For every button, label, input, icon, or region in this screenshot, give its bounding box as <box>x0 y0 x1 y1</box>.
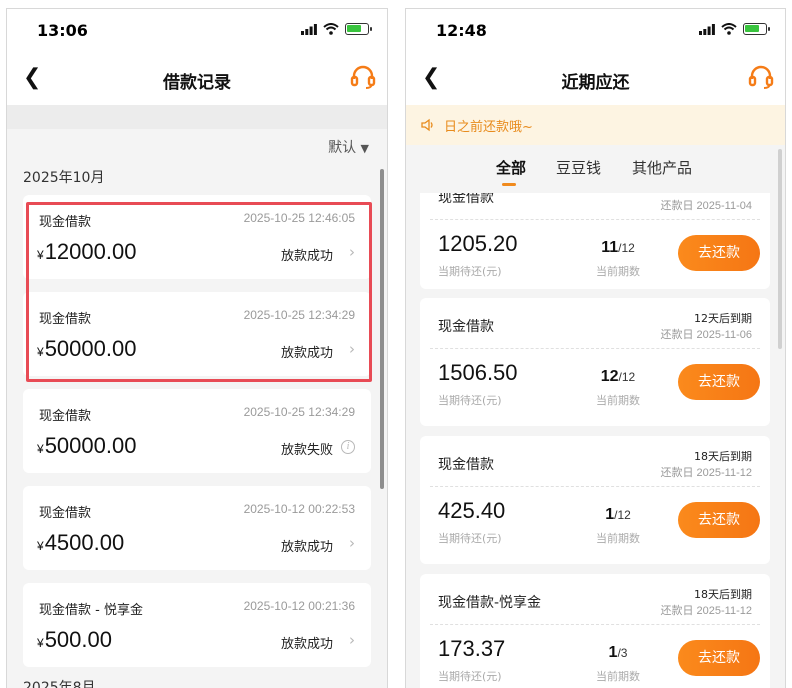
repay-button[interactable]: 去还款 <box>678 235 760 271</box>
status-time: 12:48 <box>436 21 487 40</box>
period-count: 1/3 <box>608 644 628 661</box>
due-date: 还款日 2025-11-06 <box>660 329 752 341</box>
loan-name: 现金借款 - 悦享金 <box>39 603 143 618</box>
loan-amount: ¥500.00 <box>37 627 112 652</box>
due-date: 还款日 2025-11-04 <box>660 200 752 212</box>
loan-date: 2025-10-12 00:22:53 <box>243 502 355 516</box>
notice-bar: 日之前还款哦~ <box>406 105 785 145</box>
tab-bar-overlay: 全部 豆豆钱 其他产品 <box>406 145 785 193</box>
status-time: 13:06 <box>37 21 88 40</box>
repay-button[interactable]: 去还款 <box>678 502 760 538</box>
loan-status: 放款成功 <box>280 540 333 555</box>
loan-amount: ¥4500.00 <box>37 530 125 555</box>
due-in: 12天后到期 <box>694 312 752 325</box>
due-in: 18天后到期 <box>694 588 752 601</box>
loan-name: 现金借款 <box>438 457 494 473</box>
header-gap <box>7 105 387 129</box>
loan-name: 现金借款-悦享金 <box>438 595 542 611</box>
period-count: 11/12 <box>601 239 635 256</box>
due-amount-label: 当期待还(元) <box>438 265 502 278</box>
loan-amount: ¥50000.00 <box>37 433 137 458</box>
loan-date: 2025-10-12 00:21:36 <box>243 599 355 613</box>
notice-text: 日之前还款哦~ <box>444 120 533 135</box>
repayment-card: 现金借款-悦享金 18天后到期 还款日 2025-11-12 173.37 当期… <box>420 574 770 688</box>
due-amount: 425.40 <box>438 498 506 523</box>
tab-all[interactable]: 全部 <box>496 157 526 178</box>
scrollbar[interactable] <box>380 169 384 489</box>
signal-icon <box>699 23 715 35</box>
caret-down-icon: ▼ <box>360 142 369 155</box>
loan-record-card[interactable]: 现金借款 2025-10-12 00:22:53 ¥4500.00 放款成功 › <box>23 486 371 570</box>
tab-indicator <box>502 183 516 186</box>
month-header: 2025年10月 <box>23 170 105 186</box>
period-count: 1/12 <box>605 506 631 523</box>
scrollbar[interactable] <box>778 149 782 349</box>
signal-icon <box>301 23 317 35</box>
period-label: 当前期数 <box>596 532 640 545</box>
month-header: 2025年8月 <box>23 680 96 688</box>
highlight-box <box>26 202 372 382</box>
battery-icon <box>345 23 372 35</box>
repay-button[interactable]: 去还款 <box>678 364 760 400</box>
period-label: 当前期数 <box>596 265 640 278</box>
period-label: 当前期数 <box>596 670 640 683</box>
due-amount-label: 当期待还(元) <box>438 532 502 545</box>
divider <box>430 348 760 349</box>
divider <box>430 219 760 220</box>
customer-service-icon[interactable] <box>349 63 377 91</box>
loan-date: 2025-10-25 12:34:29 <box>243 405 355 419</box>
info-icon[interactable]: i <box>341 440 355 454</box>
loan-record-card[interactable]: 现金借款 2025-10-25 12:34:29 ¥50000.00 放款失败 … <box>23 389 371 473</box>
page-title: 借款记录 <box>163 73 231 93</box>
loan-record-card[interactable]: 现金借款 - 悦享金 2025-10-12 00:21:36 ¥500.00 放… <box>23 583 371 667</box>
due-amount-label: 当期待还(元) <box>438 394 502 407</box>
status-bar: 12:48 <box>406 9 785 53</box>
battery-icon <box>743 23 770 35</box>
loan-name: 现金借款 <box>438 319 494 335</box>
repayment-card: 现金借款 18天后到期 还款日 2025-11-12 425.40 当期待还(元… <box>420 436 770 564</box>
sort-label: 默认 <box>328 140 357 156</box>
wifi-icon <box>721 23 737 35</box>
speaker-icon <box>421 118 433 132</box>
nav-bar: ❮ 近期应还 <box>406 53 785 105</box>
due-amount-label: 当期待还(元) <box>438 670 502 683</box>
due-date: 还款日 2025-11-12 <box>660 605 752 617</box>
due-amount: 1506.50 <box>438 360 518 385</box>
upcoming-repayments-screen: 12:48 ❮ 近期应还 日之前还款哦~ 全部 豆豆钱 其他产品 现金借款 还款… <box>405 8 786 688</box>
due-amount: 173.37 <box>438 636 506 661</box>
chevron-right-icon: › <box>349 631 355 649</box>
period-count: 12/12 <box>600 368 636 385</box>
status-icons <box>301 23 372 35</box>
status-bar: 13:06 <box>7 9 387 53</box>
due-date: 还款日 2025-11-12 <box>660 467 752 479</box>
repayment-card: 现金借款 12天后到期 还款日 2025-11-06 1506.50 当期待还(… <box>420 298 770 426</box>
page-title: 近期应还 <box>561 73 630 93</box>
wifi-icon <box>323 23 339 35</box>
loan-status: 放款失败 <box>280 443 333 458</box>
tab-other-products[interactable]: 其他产品 <box>632 157 692 178</box>
nav-bar: ❮ 借款记录 <box>7 53 387 105</box>
status-icons <box>699 23 770 35</box>
divider <box>430 624 760 625</box>
repay-button[interactable]: 去还款 <box>678 640 760 676</box>
tab-doudouqian[interactable]: 豆豆钱 <box>556 157 601 178</box>
loan-status: 放款成功 <box>280 637 333 652</box>
due-amount: 1205.20 <box>438 231 518 256</box>
loan-name: 现金借款 <box>39 506 92 521</box>
divider <box>430 486 760 487</box>
period-label: 当前期数 <box>596 394 640 407</box>
sort-dropdown[interactable]: 默认 ▼ <box>328 137 369 157</box>
due-in: 18天后到期 <box>694 450 752 463</box>
customer-service-icon[interactable] <box>747 63 775 91</box>
chevron-right-icon: › <box>349 534 355 552</box>
loan-name: 现金借款 <box>39 409 92 424</box>
